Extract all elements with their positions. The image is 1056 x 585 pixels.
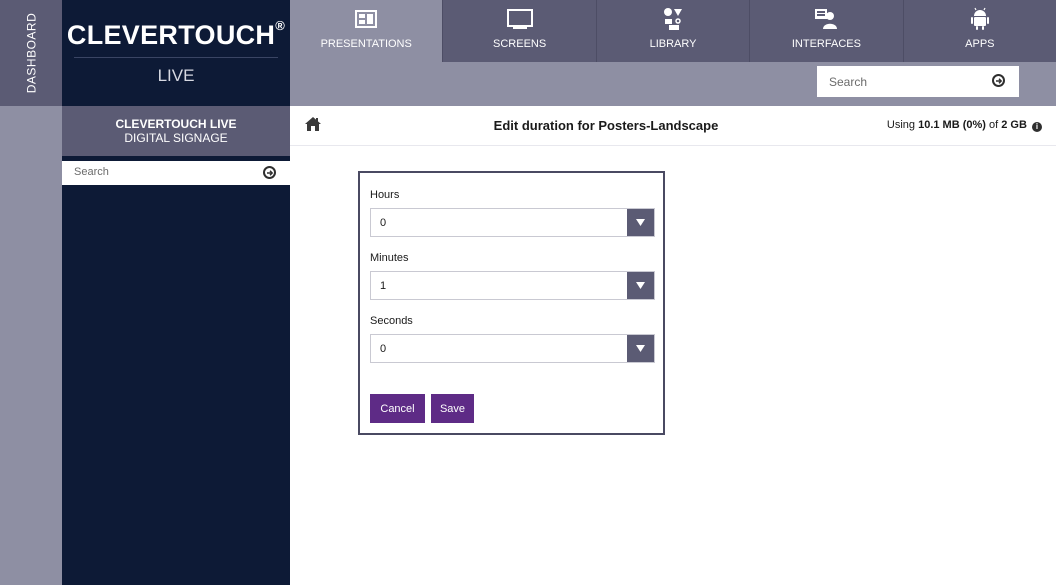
- sidebar-search[interactable]: Search: [62, 161, 290, 185]
- cancel-button[interactable]: Cancel: [370, 394, 425, 423]
- brand-logo: CLEVERTOUCH®: [66, 18, 286, 50]
- presentations-icon: [355, 6, 378, 32]
- dashboard-tab[interactable]: DASHBOARD: [0, 0, 62, 106]
- minutes-value: 1: [380, 280, 387, 292]
- nav-screens-label: SCREENS: [493, 38, 547, 50]
- brand-subtitle: LIVE: [157, 66, 195, 85]
- info-icon[interactable]: i: [1032, 122, 1042, 132]
- top-nav: PRESENTATIONS SCREENS LIBRARY INTERFACES…: [290, 0, 1056, 62]
- sidebar-search-input[interactable]: Search: [74, 166, 109, 178]
- brand-divider: [74, 57, 278, 58]
- page-title: Edit duration for Posters-Landscape: [493, 118, 719, 133]
- brand: CLEVERTOUCH® LIVE: [62, 0, 290, 106]
- toolbar: Search: [290, 62, 1056, 106]
- seconds-label: Seconds: [370, 315, 413, 327]
- content-header: Edit duration for Posters-Landscape Usin…: [290, 106, 1056, 146]
- app-root: DASHBOARD CLEVERTOUCH® LIVE CLEVERTOUCH …: [0, 0, 1056, 585]
- seconds-value: 0: [380, 343, 387, 355]
- hours-value: 0: [380, 217, 387, 229]
- top-search-input[interactable]: Search: [829, 75, 867, 89]
- sidebar-heading-title: CLEVERTOUCH LIVE: [115, 117, 237, 131]
- interfaces-icon: [814, 6, 838, 32]
- nav-library-label: LIBRARY: [649, 38, 697, 50]
- search-go-icon[interactable]: [992, 74, 1005, 87]
- sidebar-heading-subtitle: DIGITAL SIGNAGE: [124, 131, 228, 145]
- storage-usage: Using 10.1 MB (0%) of 2 GB i: [887, 119, 1042, 132]
- top-search[interactable]: Search: [817, 66, 1019, 97]
- monitor-icon: [506, 6, 533, 32]
- nav-screens[interactable]: SCREENS: [442, 0, 595, 62]
- seconds-select[interactable]: 0: [370, 334, 655, 363]
- nav-presentations[interactable]: PRESENTATIONS: [290, 0, 443, 62]
- caret-down-icon[interactable]: [627, 335, 654, 362]
- minutes-label: Minutes: [370, 252, 409, 264]
- sidebar: CLEVERTOUCH® LIVE CLEVERTOUCH LIVE DIGIT…: [62, 0, 290, 585]
- android-icon: [970, 6, 990, 32]
- dashboard-tab-label: DASHBOARD: [24, 12, 39, 94]
- hours-label: Hours: [370, 189, 400, 201]
- caret-down-icon[interactable]: [627, 209, 654, 236]
- nav-interfaces-label: INTERFACES: [791, 38, 861, 50]
- edit-duration-dialog: Hours 0 Minutes 1 Seconds 0 Cancel Save: [358, 171, 665, 435]
- minutes-select[interactable]: 1: [370, 271, 655, 300]
- nav-interfaces[interactable]: INTERFACES: [749, 0, 902, 62]
- arrow-circle-right-icon[interactable]: [263, 166, 276, 179]
- sidebar-heading: CLEVERTOUCH LIVE DIGITAL SIGNAGE: [62, 106, 290, 156]
- hours-select[interactable]: 0: [370, 208, 655, 237]
- nav-apps[interactable]: APPS: [902, 0, 1056, 62]
- library-icon: [663, 6, 683, 32]
- nav-presentations-label: PRESENTATIONS: [320, 38, 412, 50]
- nav-apps-label: APPS: [965, 38, 995, 50]
- nav-library[interactable]: LIBRARY: [595, 0, 749, 62]
- save-button[interactable]: Save: [431, 394, 474, 423]
- caret-down-icon[interactable]: [627, 272, 654, 299]
